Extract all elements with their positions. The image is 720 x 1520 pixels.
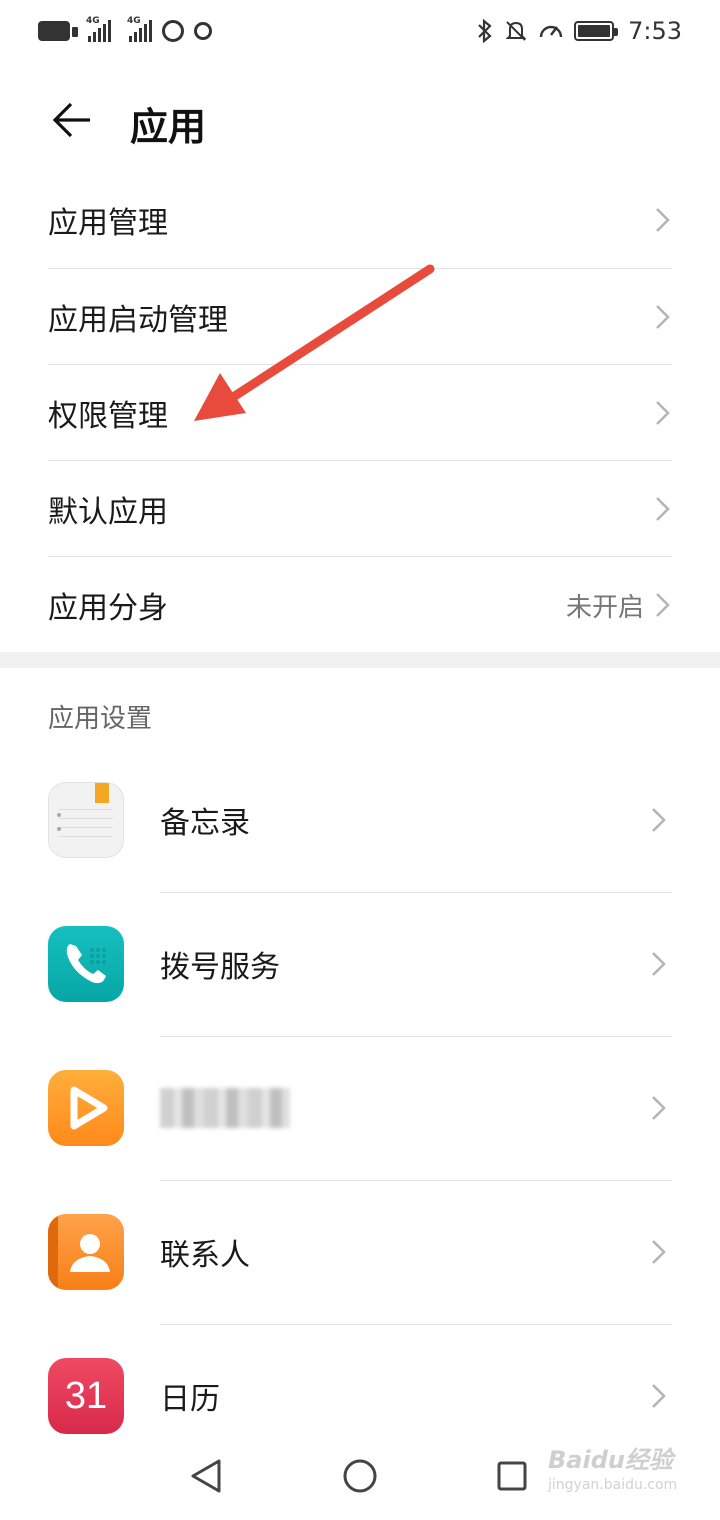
- watermark-brand: Baidu经验: [548, 1446, 673, 1474]
- back-arrow-icon: [52, 102, 90, 138]
- watermark-url: jingyan.baidu.com: [548, 1477, 678, 1493]
- hd-icon: [38, 21, 78, 41]
- status-bar: 4G 4G 7:53: [0, 0, 720, 62]
- status-time: 7:53: [628, 17, 682, 45]
- section-separator: [0, 652, 720, 668]
- menu-item-label: 应用分身: [48, 591, 168, 626]
- chevron-right-icon: [656, 208, 670, 232]
- status-bar-left: 4G 4G: [38, 16, 212, 42]
- annotation-arrow-icon: [194, 264, 435, 421]
- watermark: Baidu经验 jingyan.baidu.com: [548, 1440, 688, 1510]
- square-recents-icon: [497, 1461, 527, 1491]
- menu-item-label: 默认应用: [48, 495, 168, 530]
- chevron-right-icon: [652, 1384, 666, 1408]
- circle-home-icon: [343, 1459, 377, 1493]
- dialer-icon: [48, 926, 124, 1002]
- menu-item-label: 权限管理: [48, 399, 168, 434]
- contacts-icon: [48, 1214, 124, 1290]
- page-title: 应用: [130, 105, 207, 149]
- app-item-dialer[interactable]: 拨号服务: [48, 892, 672, 1036]
- chevron-right-icon: [652, 1096, 666, 1120]
- chevron-right-icon: [656, 497, 670, 521]
- memo-icon: [48, 782, 124, 858]
- nav-recents-button[interactable]: [490, 1454, 534, 1498]
- menu-item-app-twin[interactable]: 应用分身 未开启: [48, 557, 672, 653]
- calendar-icon: 31: [48, 1358, 124, 1434]
- app-name: 日历: [160, 1382, 220, 1417]
- app-item-contacts[interactable]: 联系人: [48, 1180, 672, 1324]
- app-name: 联系人: [160, 1238, 250, 1273]
- speed-icon: [539, 25, 563, 38]
- menu-item-label: 应用管理: [48, 206, 168, 241]
- mute-icon: [505, 21, 527, 41]
- alarm-icon: [162, 20, 184, 42]
- bluetooth-icon: [478, 19, 492, 43]
- nav-home-button[interactable]: [338, 1454, 382, 1498]
- nav-back-button[interactable]: [184, 1454, 228, 1498]
- battery-icon: [574, 21, 619, 41]
- menu-item-value: 未开启: [565, 592, 644, 623]
- chevron-right-icon: [656, 401, 670, 425]
- status-bar-right: 7:53: [476, 17, 682, 45]
- signal-icon: 4G: [86, 16, 111, 42]
- app-bar: 应用: [0, 70, 720, 170]
- signal-icon: 4G: [127, 16, 152, 42]
- app-item-video[interactable]: [48, 1036, 672, 1180]
- blurred-app-name: [160, 1088, 290, 1128]
- video-icon: [48, 1070, 124, 1146]
- chevron-right-icon: [652, 952, 666, 976]
- menu-item-default-apps[interactable]: 默认应用: [48, 461, 672, 557]
- menu-item-app-management[interactable]: 应用管理: [48, 172, 672, 268]
- section-title: 应用设置: [48, 704, 153, 734]
- signal-label: 4G: [86, 16, 100, 26]
- app-item-memo[interactable]: 备忘录: [48, 748, 672, 892]
- sync-icon: [194, 22, 212, 40]
- chevron-right-icon: [656, 593, 670, 617]
- triangle-back-icon: [191, 1459, 221, 1493]
- app-name: 备忘录: [160, 806, 250, 841]
- chevron-right-icon: [656, 305, 670, 329]
- signal-label: 4G: [127, 16, 141, 26]
- app-name: 拨号服务: [160, 950, 280, 985]
- chevron-right-icon: [652, 808, 666, 832]
- chevron-right-icon: [652, 1240, 666, 1264]
- back-button[interactable]: [48, 98, 96, 142]
